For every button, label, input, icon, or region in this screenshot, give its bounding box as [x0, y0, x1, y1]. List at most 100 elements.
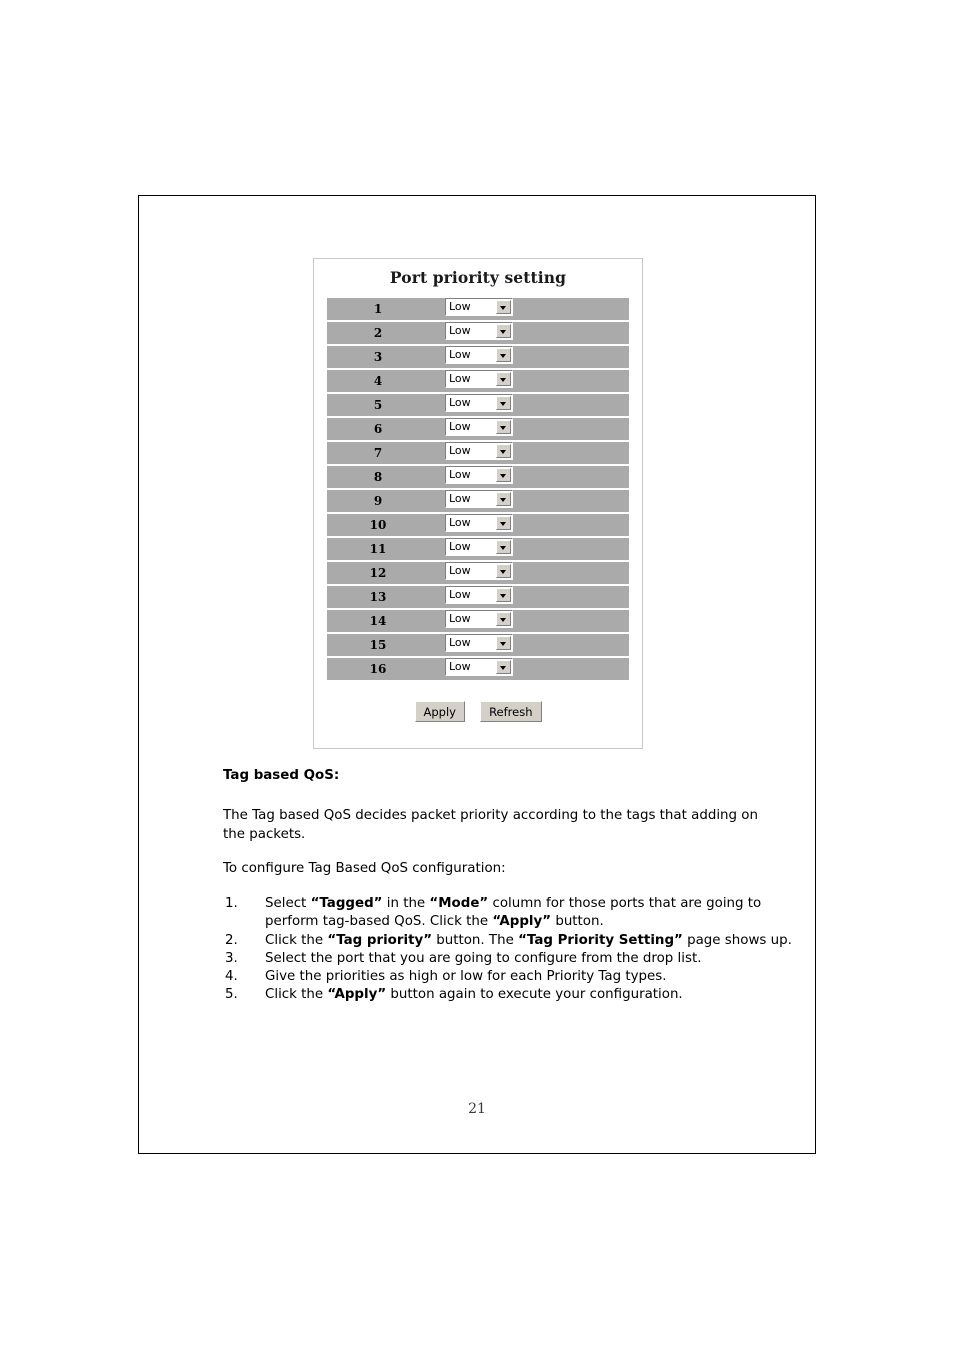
chevron-down-icon[interactable]: [496, 324, 511, 338]
chevron-down-icon[interactable]: [496, 492, 511, 506]
priority-select-port-10[interactable]: Low: [445, 514, 513, 532]
priority-cell: Low: [429, 442, 547, 464]
list-item: 4. Give the priorities as high or low for…: [223, 968, 793, 986]
spacer-cell: [547, 538, 629, 560]
chevron-down-icon[interactable]: [496, 564, 511, 578]
port-number-cell: 14: [327, 610, 429, 632]
priority-select-port-13[interactable]: Low: [445, 586, 513, 604]
table-row: 9 Low: [327, 490, 629, 512]
chevron-down-icon[interactable]: [496, 348, 511, 362]
spacer-cell: [547, 418, 629, 440]
port-priority-table-body: 1 Low 2 Low 3 Low 4 Low 5 Low 6 Low 7 Low 8 Low 9 Low 10 Lo…: [327, 298, 629, 680]
refresh-button[interactable]: Refresh: [480, 701, 542, 722]
priority-select-port-11[interactable]: Low: [445, 538, 513, 556]
priority-select-value: Low: [449, 492, 471, 505]
priority-select-port-9[interactable]: Low: [445, 490, 513, 508]
priority-select-value: Low: [449, 420, 471, 433]
panel-button-bar: Apply Refresh: [314, 701, 642, 722]
priority-select-value: Low: [449, 588, 471, 601]
table-row: 16 Low: [327, 658, 629, 680]
priority-select-port-4[interactable]: Low: [445, 370, 513, 388]
spacer-cell: [547, 634, 629, 656]
step-text: Click the “Tag priority” button. The “Ta…: [265, 932, 792, 948]
priority-select-value: Low: [449, 540, 471, 553]
spacer-cell: [547, 298, 629, 320]
intro-paragraph: The Tag based QoS decides packet priorit…: [223, 808, 758, 842]
priority-select-port-2[interactable]: Low: [445, 322, 513, 340]
step-number: 4.: [225, 969, 238, 985]
list-item: 1. Select “Tagged” in the “Mode” column f…: [223, 895, 793, 932]
spacer-cell: [547, 322, 629, 344]
port-number-cell: 11: [327, 538, 429, 560]
step-text: Select “Tagged” in the “Mode” column for…: [265, 896, 762, 930]
priority-select-value: Low: [449, 516, 471, 529]
chevron-down-icon[interactable]: [496, 516, 511, 530]
chevron-down-icon[interactable]: [496, 468, 511, 482]
port-number-cell: 5: [327, 394, 429, 416]
priority-select-port-7[interactable]: Low: [445, 442, 513, 460]
port-priority-table: 1 Low 2 Low 3 Low 4 Low 5 Low 6 Low 7 Low 8 Low 9 Low 10 Lo…: [327, 296, 629, 682]
port-priority-screenshot-panel: Port priority setting 1 Low 2 Low 3 Low 4 Low 5 L…: [313, 258, 643, 749]
chevron-down-icon[interactable]: [496, 372, 511, 386]
priority-cell: Low: [429, 658, 547, 680]
spacer-cell: [547, 658, 629, 680]
step-number: 5.: [225, 987, 238, 1003]
chevron-down-icon[interactable]: [496, 612, 511, 626]
chevron-down-icon[interactable]: [496, 540, 511, 554]
port-number-cell: 2: [327, 322, 429, 344]
table-row: 14 Low: [327, 610, 629, 632]
panel-title: Port priority setting: [389, 268, 567, 287]
priority-select-value: Low: [449, 636, 471, 649]
list-item: 5. Click the “Apply” button again to exec…: [223, 986, 793, 1004]
priority-cell: Low: [429, 586, 547, 608]
priority-select-port-6[interactable]: Low: [445, 418, 513, 436]
chevron-down-icon[interactable]: [496, 636, 511, 650]
spacer-cell: [547, 610, 629, 632]
step-number: 2.: [225, 932, 238, 948]
priority-select-value: Low: [449, 444, 471, 457]
port-number-cell: 13: [327, 586, 429, 608]
priority-cell: Low: [429, 538, 547, 560]
priority-cell: Low: [429, 490, 547, 512]
chevron-down-icon[interactable]: [496, 420, 511, 434]
port-number-cell: 10: [327, 514, 429, 536]
priority-select-value: Low: [449, 372, 471, 385]
table-row: 15 Low: [327, 634, 629, 656]
configure-lead-paragraph: To configure Tag Based QoS configuration…: [223, 861, 506, 876]
table-row: 2 Low: [327, 322, 629, 344]
table-row: 13 Low: [327, 586, 629, 608]
spacer-cell: [547, 346, 629, 368]
port-number-cell: 4: [327, 370, 429, 392]
chevron-down-icon[interactable]: [496, 444, 511, 458]
priority-select-port-8[interactable]: Low: [445, 466, 513, 484]
priority-select-port-16[interactable]: Low: [445, 658, 513, 676]
chevron-down-icon[interactable]: [496, 396, 511, 410]
priority-select-port-12[interactable]: Low: [445, 562, 513, 580]
priority-cell: Low: [429, 634, 547, 656]
step-text: Give the priorities as high or low for e…: [265, 969, 667, 985]
priority-select-port-15[interactable]: Low: [445, 634, 513, 652]
port-number-cell: 8: [327, 466, 429, 488]
priority-select-value: Low: [449, 660, 471, 673]
apply-button[interactable]: Apply: [414, 701, 465, 722]
port-number-cell: 6: [327, 418, 429, 440]
table-row: 8 Low: [327, 466, 629, 488]
priority-select-port-5[interactable]: Low: [445, 394, 513, 412]
chevron-down-icon[interactable]: [496, 300, 511, 314]
port-number-cell: 7: [327, 442, 429, 464]
priority-select-value: Low: [449, 396, 471, 409]
priority-select-port-14[interactable]: Low: [445, 610, 513, 628]
priority-cell: Low: [429, 514, 547, 536]
priority-select-port-3[interactable]: Low: [445, 346, 513, 364]
step-text: Select the port that you are going to co…: [265, 950, 702, 966]
chevron-down-icon[interactable]: [496, 588, 511, 602]
priority-select-value: Low: [449, 324, 471, 337]
priority-cell: Low: [429, 298, 547, 320]
port-number-cell: 15: [327, 634, 429, 656]
list-item: 3. Select the port that you are going to …: [223, 950, 793, 968]
priority-select-port-1[interactable]: Low: [445, 298, 513, 316]
chevron-down-icon[interactable]: [496, 660, 511, 674]
priority-cell: Low: [429, 346, 547, 368]
document-page: Port priority setting 1 Low 2 Low 3 Low 4 Low 5 L…: [138, 195, 816, 1154]
priority-select-value: Low: [449, 564, 471, 577]
